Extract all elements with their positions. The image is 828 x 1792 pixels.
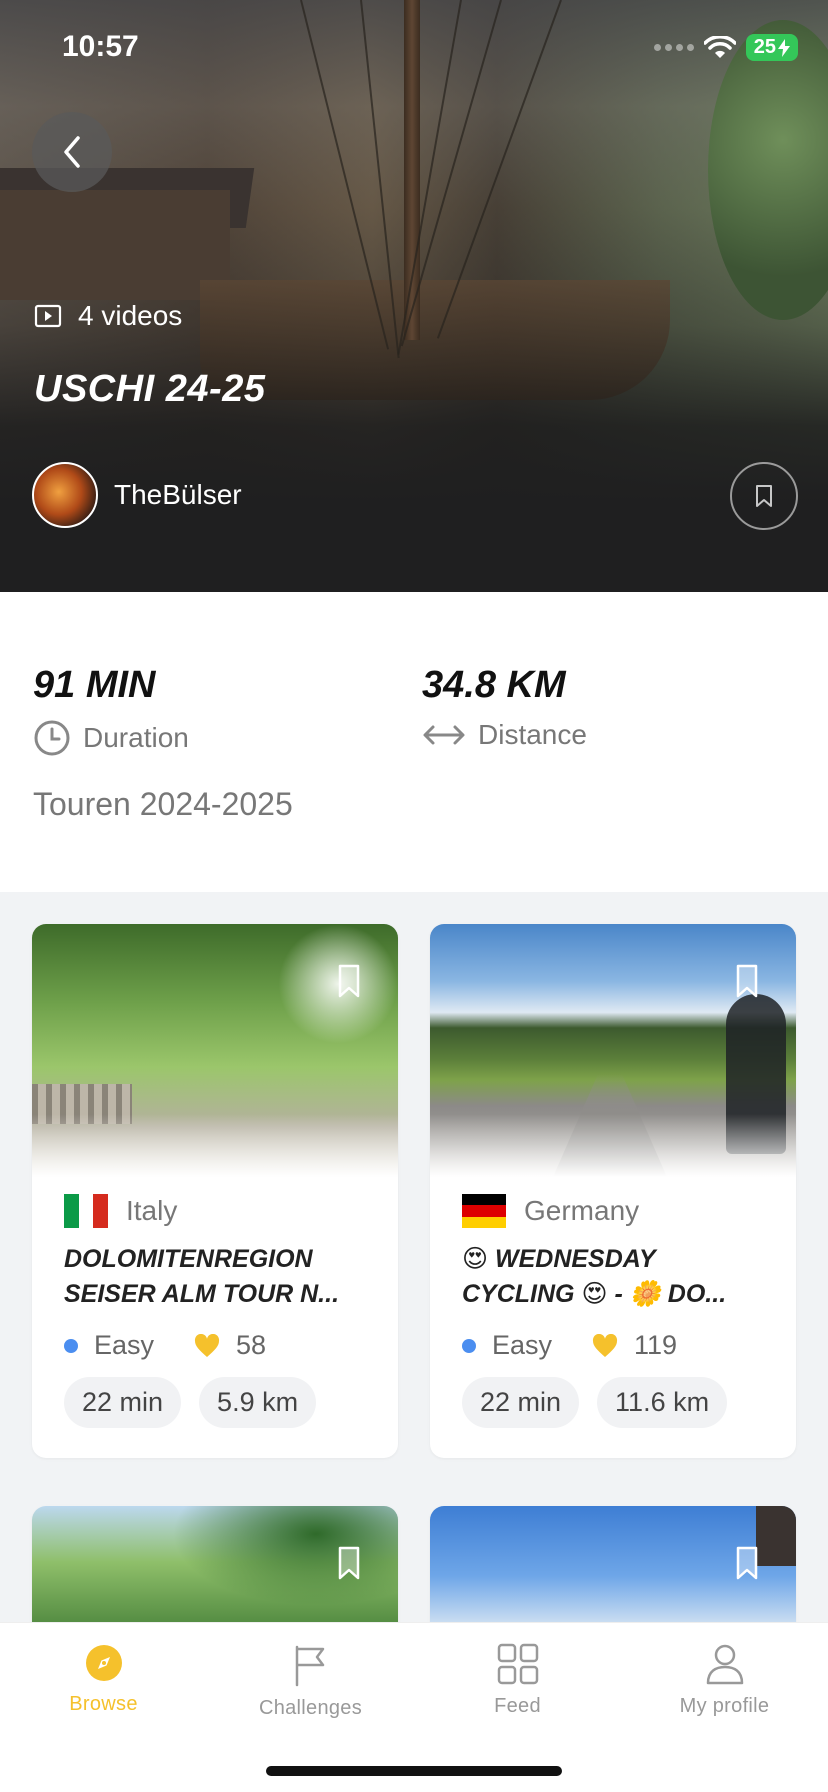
tab-label: Challenges: [258, 1697, 363, 1719]
tab-label: Feed: [494, 1695, 541, 1717]
distance-pill: 11.6 km: [597, 1377, 728, 1428]
bookmark-icon[interactable]: [338, 1546, 360, 1580]
collection-stats: 91 MIN Duration 34.8 KM Distance Touren …: [0, 592, 828, 892]
signal-icon: [653, 44, 694, 51]
avatar[interactable]: [32, 462, 98, 528]
status-time: 10:57: [62, 30, 139, 63]
duration-pill: 22 min: [462, 1377, 580, 1428]
route-country: Germany: [462, 1194, 764, 1228]
clock-icon: [34, 720, 70, 756]
route-card[interactable]: Germany 😍 WEDNESDAY CYCLING 😍 - 🌼 DO... …: [430, 924, 796, 1458]
route-meta: Easy 119: [462, 1330, 764, 1361]
tab-browse[interactable]: Browse: [0, 1643, 207, 1716]
home-indicator[interactable]: [266, 1766, 562, 1776]
difficulty-dot-icon: [64, 1338, 78, 1353]
duration-label: Duration: [83, 722, 189, 753]
route-title[interactable]: 😍 WEDNESDAY CYCLING 😍 - 🌼 DO...: [462, 1242, 764, 1312]
tab-label: Browse: [69, 1693, 138, 1715]
status-icons: 25: [653, 34, 798, 61]
distance-label: Distance: [478, 719, 587, 750]
route-meta: Easy 58: [64, 1330, 366, 1361]
back-button[interactable]: [32, 112, 112, 192]
duration-stat: 91 MIN Duration: [33, 664, 189, 757]
author-row[interactable]: TheBülser: [32, 462, 242, 528]
route-thumbnail[interactable]: [32, 924, 398, 1184]
route-card[interactable]: Italy DOLOMITENREGION SEISER ALM TOUR N.…: [32, 924, 398, 1458]
difficulty-label: Easy: [492, 1330, 553, 1360]
tab-challenges[interactable]: Challenges: [207, 1643, 414, 1720]
route-thumbnail[interactable]: [430, 924, 796, 1184]
bookmark-icon: [756, 485, 772, 507]
battery-indicator: 25: [745, 34, 798, 61]
grid-icon: [497, 1643, 538, 1685]
germany-flag-icon: [462, 1194, 506, 1228]
video-play-icon: [34, 304, 62, 328]
wifi-icon: [703, 35, 736, 58]
route-title[interactable]: DOLOMITENREGION SEISER ALM TOUR N...: [64, 1242, 366, 1312]
bookmark-icon[interactable]: [736, 964, 758, 998]
collection-title: USCHI 24-25: [34, 368, 266, 410]
heart-icon: [593, 1333, 618, 1357]
italy-flag-icon: [64, 1194, 109, 1228]
difficulty-label: Easy: [94, 1330, 155, 1360]
likes-count: 119: [634, 1330, 678, 1360]
save-collection-button[interactable]: [730, 462, 798, 530]
heart-icon: [195, 1333, 220, 1357]
person-icon: [706, 1644, 743, 1685]
distance-stat: 34.8 KM Distance: [422, 664, 587, 751]
likes-count: 58: [236, 1330, 267, 1360]
chevron-left-icon: [64, 136, 80, 168]
collection-description: Touren 2024-2025: [33, 786, 293, 822]
bookmark-icon[interactable]: [338, 964, 360, 998]
battery-level: 25: [753, 36, 776, 58]
compass-icon: [85, 1645, 122, 1681]
arrows-horizontal-icon: [423, 725, 465, 745]
charging-icon: [778, 38, 790, 57]
duration-pill: 22 min: [64, 1377, 182, 1428]
tab-my-profile[interactable]: My profile: [621, 1643, 828, 1718]
country-name: Germany: [524, 1195, 640, 1226]
duration-value: 91 MIN: [33, 664, 156, 706]
distance-value: 34.8 KM: [422, 664, 566, 706]
video-count: 4 videos: [34, 300, 182, 332]
difficulty-dot-icon: [462, 1338, 476, 1353]
country-name: Italy: [126, 1195, 178, 1226]
author-name[interactable]: TheBülser: [114, 479, 242, 511]
route-country: Italy: [64, 1194, 366, 1228]
flag-icon: [295, 1645, 324, 1687]
video-count-label: 4 videos: [78, 300, 183, 331]
tab-feed[interactable]: Feed: [414, 1643, 621, 1718]
distance-pill: 5.9 km: [199, 1377, 317, 1428]
tab-label: My profile: [679, 1695, 770, 1717]
bookmark-icon[interactable]: [736, 1546, 758, 1580]
